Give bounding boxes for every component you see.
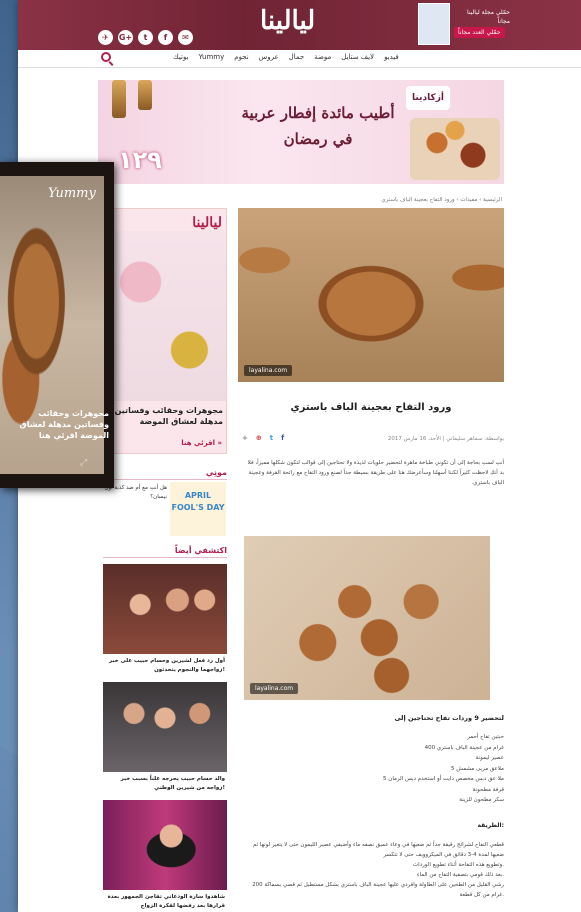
sidebar-section-heading: اكتشفي أيضاً xyxy=(103,546,227,558)
image-watermark: layalina.com xyxy=(250,683,299,694)
ingredient-item: سكر مطحون للزينة xyxy=(459,797,504,803)
main-nav: فيديو لايف ستايل موضة جمال عروس نجوم Yum… xyxy=(18,50,581,68)
ingredient-item: 400 غرام من عجينة الباف باستري xyxy=(424,744,504,751)
related-card[interactable]: أول رد فعل لشيرين وحسام حبيب على خبر زوا… xyxy=(103,564,227,678)
site-header: ✈ G+ t f ✉ ليالينا حمّلي مجلة ليالينا مج… xyxy=(18,0,581,50)
yummy-logo: Yummy xyxy=(48,186,96,201)
magazine-promo-text: حمّلي مجلة ليالينا مجاناً xyxy=(466,9,510,25)
telegram-icon[interactable]: ✈ xyxy=(98,30,113,45)
sidebar-ad[interactable]: ليالينا مجوهرات وحقائب وفساتين مدهلة لعش… xyxy=(103,208,227,454)
step-item: وتطويع هذه التفاحة أثناء تطويع الوردات. xyxy=(412,862,504,868)
ingredient-item: حبتين تفاح أحمر xyxy=(467,734,504,740)
ad-banner[interactable]: ١٢٩ أطيب مائدة إفطار عربية في رمضان أزكا… xyxy=(98,80,504,184)
nav-item-video[interactable]: فيديو xyxy=(384,53,399,61)
nav-item-fashion[interactable]: موضة xyxy=(314,53,331,61)
sidebar-ad-logo: ليالينا xyxy=(192,215,222,231)
facebook-share-icon[interactable]: f xyxy=(281,434,284,442)
related-card-title: والد حسام حبيب يحرجه علناً بسبب خبر زواج… xyxy=(120,776,225,791)
ingredient-item: قرفة مطحونة xyxy=(472,786,504,793)
sidebar-ad-title: مجوهرات وحقائب وفساتين مدهلة لعشاق الموض… xyxy=(114,406,223,426)
article-title: ورود التفاح بعجينة الباف باستري xyxy=(290,402,452,413)
lantern-icon xyxy=(112,80,126,118)
nav-item-bride[interactable]: عروس xyxy=(259,53,279,61)
step-item: بعد ذلك قومي بتصفية التفاح من الماء. xyxy=(416,872,504,878)
article-image-2[interactable]: layalina.com xyxy=(244,536,490,700)
magazine-cover[interactable] xyxy=(418,3,450,45)
step-item: رشي القليل من الطحين على الطاولة وافردي … xyxy=(252,882,504,898)
facebook-icon[interactable]: f xyxy=(158,30,173,45)
ingredients-heading: لتحضير 9 وردات تفاح تحتاجين إلى xyxy=(394,714,504,722)
more-share-icon[interactable]: + xyxy=(242,434,248,442)
breadcrumb[interactable]: الرئيسية › مفيدات › ورود التفاح بعجينة ا… xyxy=(240,197,502,203)
sidebar-ad-image xyxy=(104,231,226,401)
related-card-title: أول رد فعل لشيرين وحسام حبيب على خبر زوا… xyxy=(109,658,225,673)
article-meta: بواسطة: سماهر سليماني | الأحد، 16 مارس 2… xyxy=(387,436,504,442)
google-plus-icon[interactable]: G+ xyxy=(118,30,133,45)
twitter-icon[interactable]: t xyxy=(138,30,153,45)
site-logo[interactable]: ليالينا xyxy=(260,6,315,36)
banner-price: ١٢٩ xyxy=(118,146,162,174)
magazine-download-button[interactable]: حمّلي العدد مجاناً xyxy=(454,27,505,38)
overlay-text: مجوهرات وحقائب وفساتين مدهلة لعشاق الموض… xyxy=(19,409,109,440)
ingredient-item: عصير ليمونة xyxy=(475,755,504,761)
nav-item-yummy[interactable]: Yummy xyxy=(199,53,225,61)
ingredient-item: 5 ملاعق مربى مشمش xyxy=(451,765,504,772)
social-links: ✈ G+ t f ✉ xyxy=(98,30,193,45)
banner-food-image xyxy=(410,118,500,180)
related-card-image xyxy=(103,564,227,654)
lantern-icon xyxy=(138,80,152,110)
steps-list: قطعي التفاح لشرائح رقيقة جداً ثم ضعيها ف… xyxy=(242,840,504,900)
article-intro: أنتِ لستِ بحاجة إلى أن تكوني طباخة ماهرة… xyxy=(247,460,504,486)
sidebar-section-heading: مونِي xyxy=(103,468,227,480)
april-fools-image[interactable]: APRIL FOOL'S DAY xyxy=(170,482,226,536)
related-card[interactable]: شاهدوا سارة الودعاني تفاجئ الجمهور بعدة … xyxy=(103,800,227,912)
ingredients-list: حبتين تفاح أحمر 400 غرام من عجينة الباف … xyxy=(242,732,504,806)
steps-heading: الطريقة: xyxy=(477,822,504,829)
floating-ad-overlay[interactable]: Yummy مجوهرات وحقائب وفساتين مدهلة لعشاق… xyxy=(0,162,114,488)
related-card-image xyxy=(103,682,227,772)
image-watermark: layalina.com xyxy=(244,365,293,376)
related-card-image xyxy=(103,800,227,890)
nav-item-stars[interactable]: نجوم xyxy=(234,53,248,61)
related-card-title: شاهدوا سارة الودعاني تفاجئ الجمهور بعدة … xyxy=(107,894,225,909)
ingredient-item: 5 ملا عق دبس مخصص دايت أو استخدم دبس الر… xyxy=(383,776,504,782)
nav-item-boutique[interactable]: بوتيك xyxy=(173,53,189,61)
pinterest-icon[interactable]: ⊕ xyxy=(256,434,262,442)
expand-icon[interactable]: ⤢ xyxy=(80,458,87,468)
nav-item-lifestyle[interactable]: لايف ستايل xyxy=(341,53,374,61)
sidebar-ad-button[interactable]: اقرئي هنا » xyxy=(181,439,222,447)
step-item: قطعي التفاح لشرائح رقيقة جداً ثم ضعيها ف… xyxy=(252,842,504,858)
nav-item-beauty[interactable]: جمال xyxy=(289,53,305,61)
banner-brand: أزكادينا xyxy=(406,86,450,110)
nav-items: فيديو لايف ستايل موضة جمال عروس نجوم Yum… xyxy=(173,53,399,61)
article-hero-image[interactable]: layalina.com xyxy=(238,208,504,382)
related-card[interactable]: والد حسام حبيب يحرجه علناً بسبب خبر زواج… xyxy=(103,682,227,796)
share-buttons: + ⊕ t f xyxy=(242,434,284,442)
twitter-share-icon[interactable]: t xyxy=(270,434,273,442)
mail-icon[interactable]: ✉ xyxy=(178,30,193,45)
search-icon[interactable] xyxy=(101,52,111,62)
banner-headline: أطيب مائدة إفطار عربية في رمضان xyxy=(241,104,395,148)
